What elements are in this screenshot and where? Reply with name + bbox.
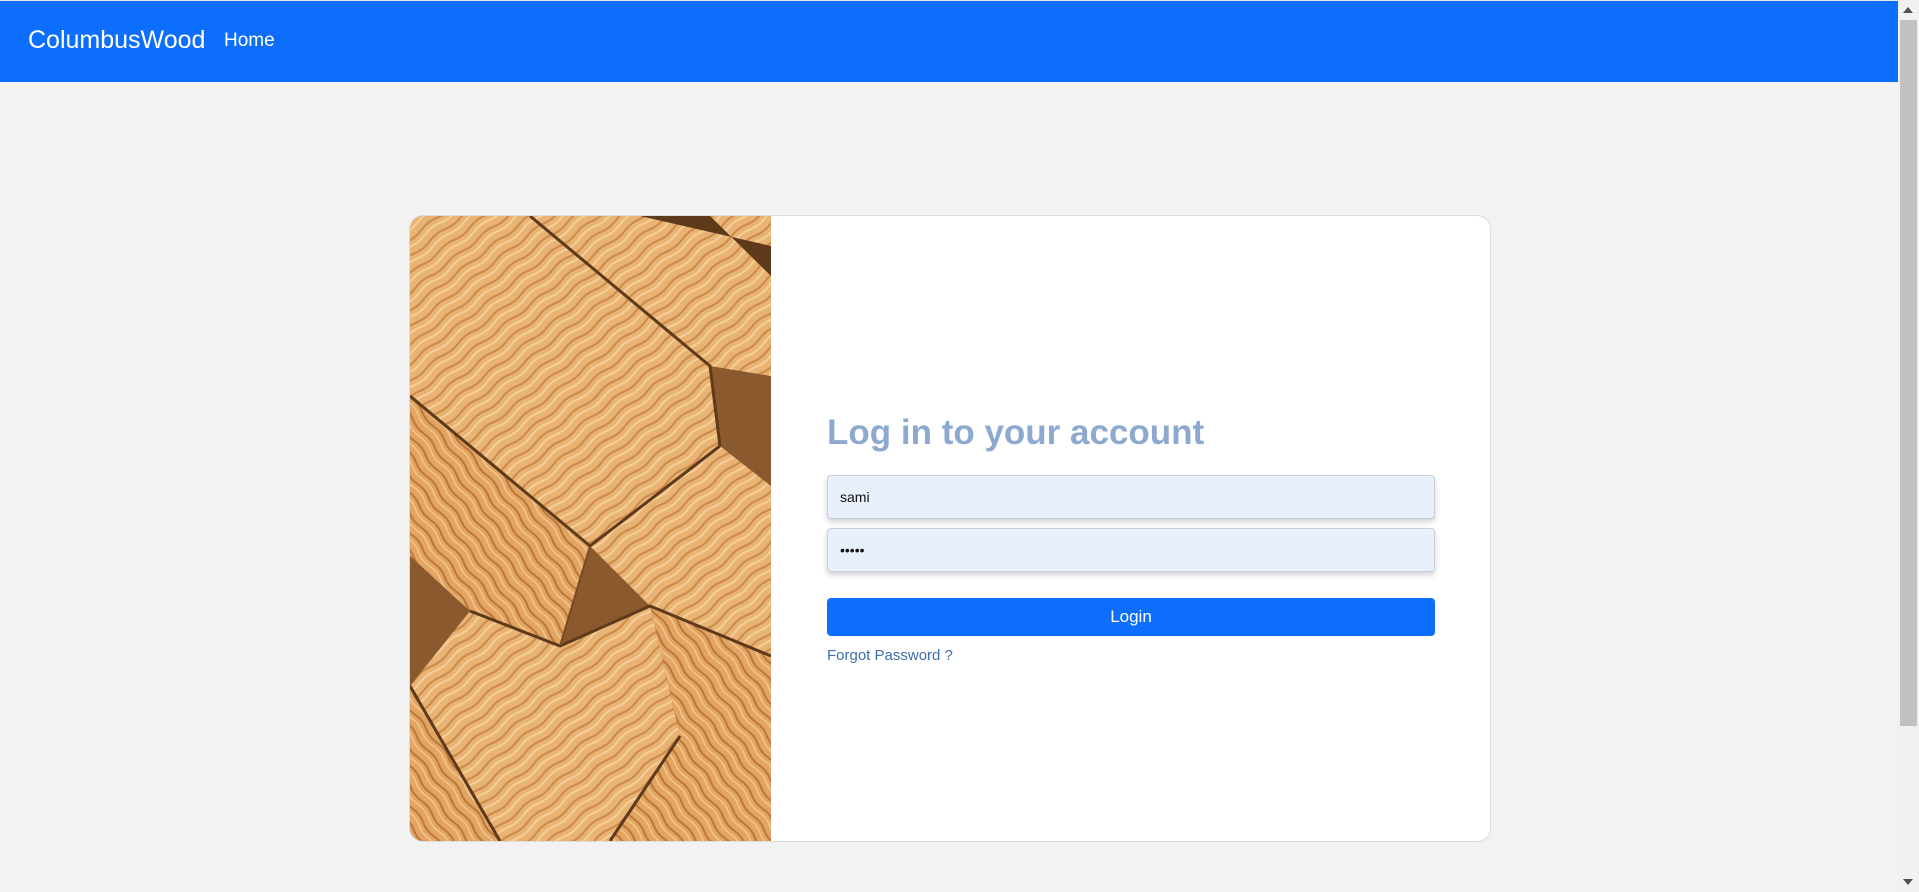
password-input[interactable] (827, 528, 1435, 572)
brand-link[interactable]: ColumbusWood (28, 25, 205, 55)
login-card: Log in to your account Login Forgot Pass… (409, 215, 1491, 842)
nav-home-link[interactable]: Home (224, 29, 275, 53)
wood-planks-image (410, 216, 771, 841)
top-navbar: ColumbusWood Home (0, 0, 1898, 82)
login-title: Log in to your account (827, 413, 1205, 452)
username-input[interactable] (827, 475, 1435, 519)
login-button[interactable]: Login (827, 598, 1435, 636)
scroll-thumb[interactable] (1900, 20, 1917, 726)
forgot-password-link[interactable]: Forgot Password ? (827, 647, 953, 664)
scroll-up-arrow-icon[interactable] (1903, 7, 1913, 13)
scroll-down-arrow-icon[interactable] (1903, 879, 1913, 885)
vertical-scrollbar[interactable] (1898, 0, 1919, 892)
